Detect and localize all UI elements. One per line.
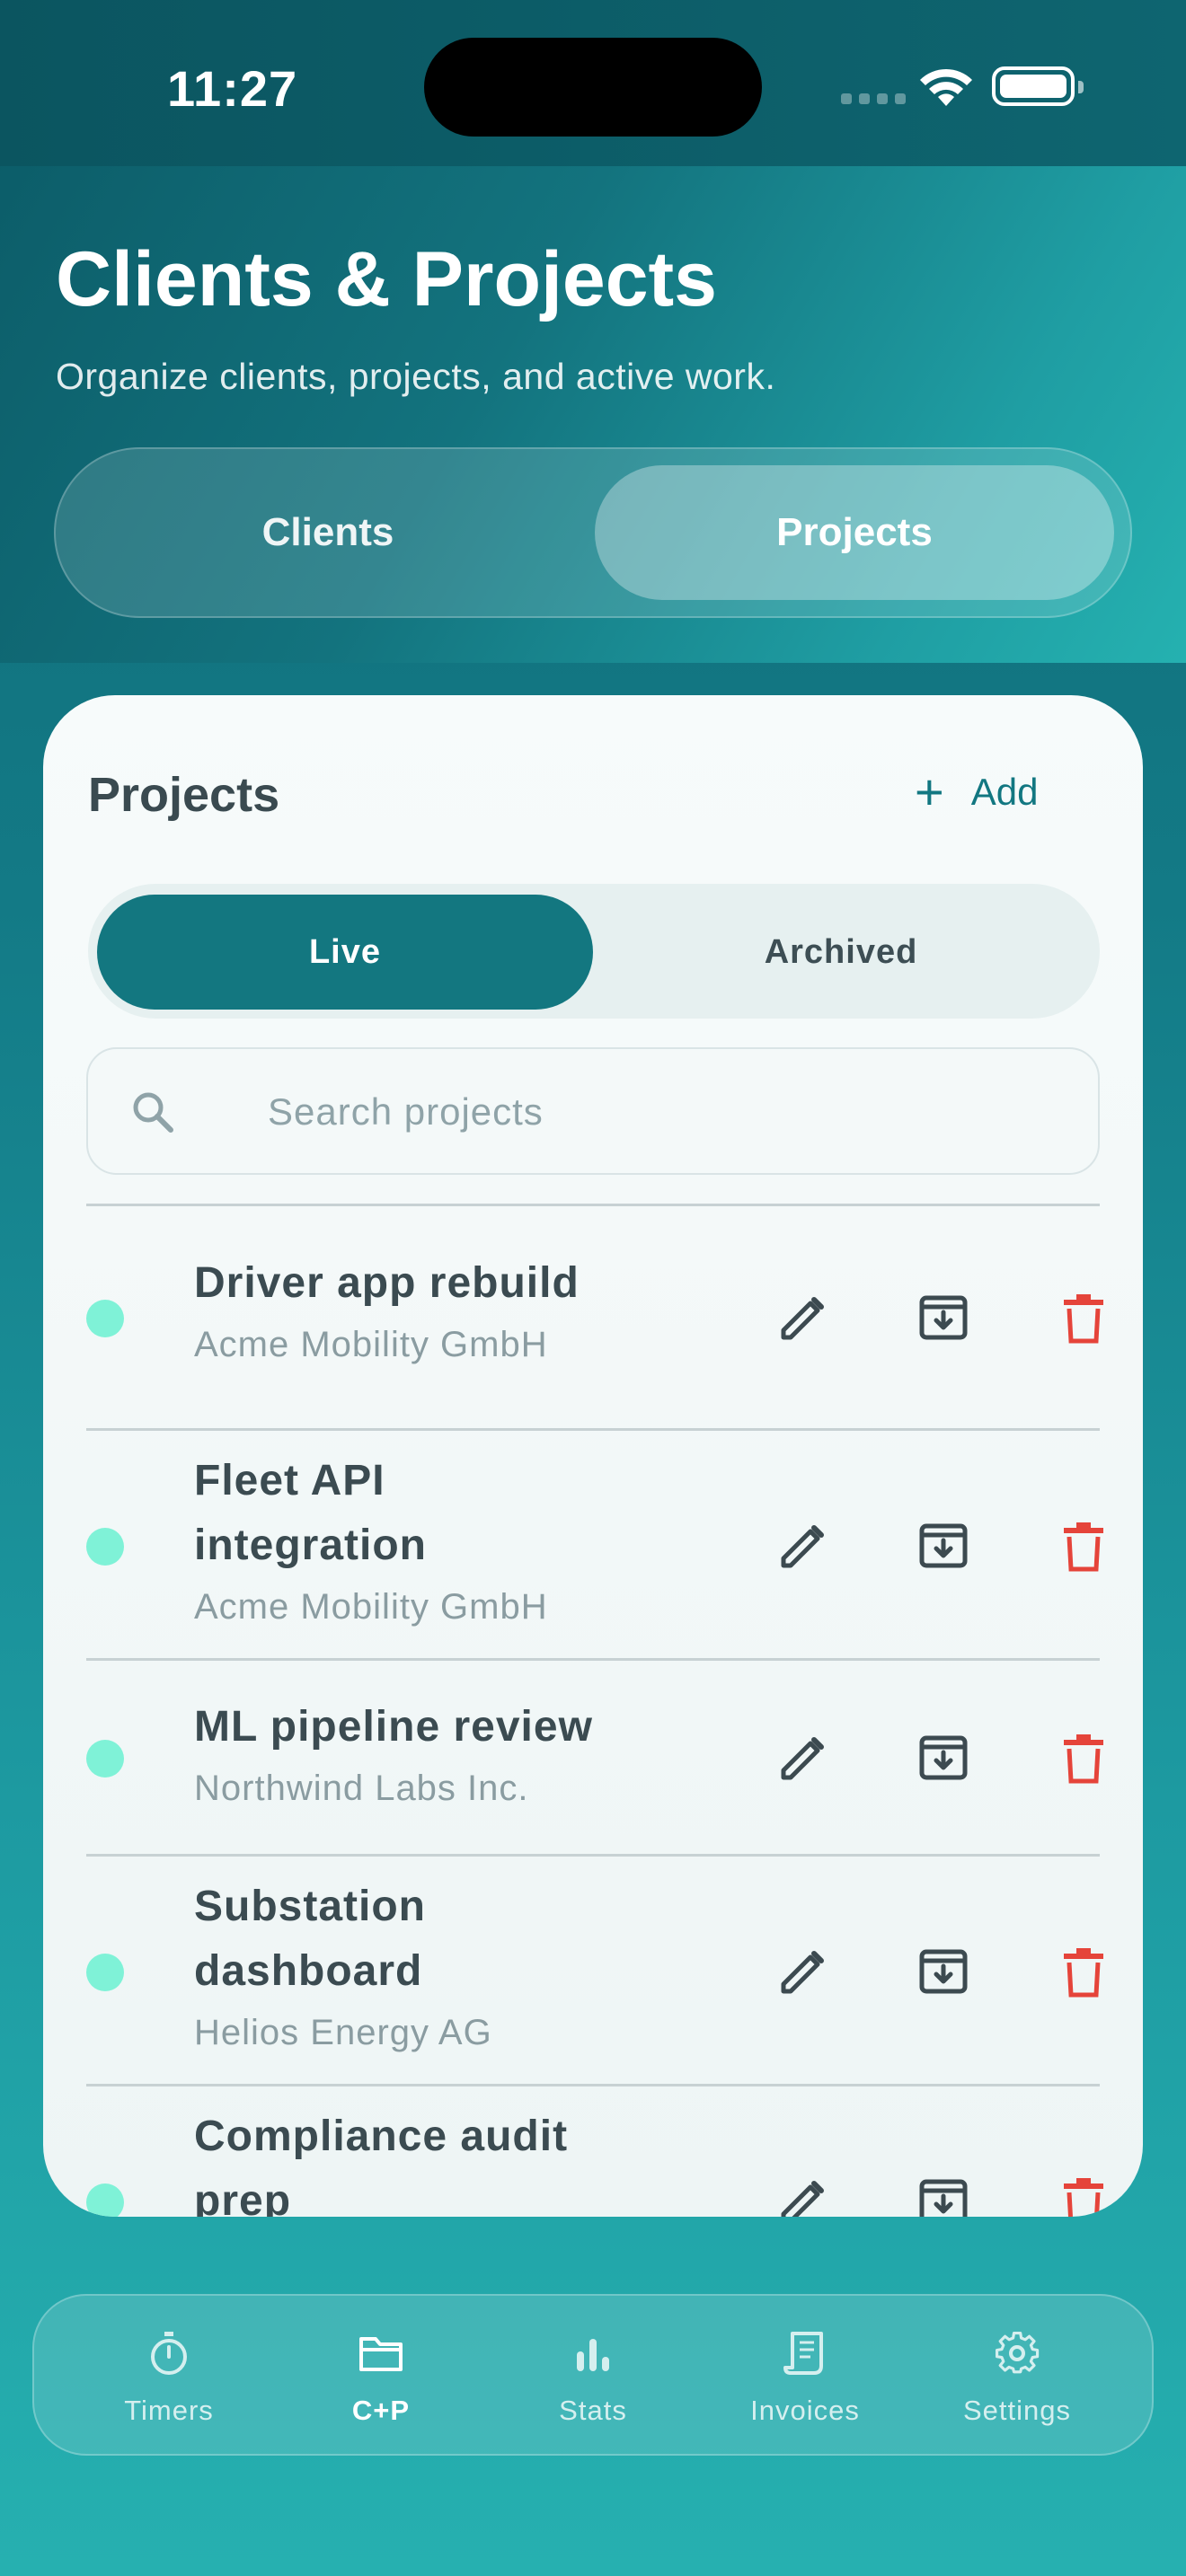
project-name: Fleet API integration <box>194 1457 427 1569</box>
status-dot <box>86 1300 124 1337</box>
add-label: Add <box>970 771 1039 813</box>
project-client: Acme Mobility GmbH <box>194 1325 548 1364</box>
trash-icon <box>1064 2178 1103 2217</box>
search-icon <box>133 1092 173 1133</box>
status-bar: 11:27 <box>0 0 1186 166</box>
tab-timers[interactable]: Timers <box>63 2330 275 2427</box>
project-client: Acme Mobility GmbH <box>194 1587 548 1627</box>
clients-projects-segmented-control: Clients Projects <box>54 447 1132 618</box>
wifi-icon <box>920 68 972 106</box>
projects-card: Projects + Add Live Archived Driver app … <box>43 695 1143 2217</box>
pencil-icon <box>781 1737 824 1780</box>
archive-icon <box>919 1949 968 1994</box>
page-subtitle: Organize clients, projects, and active w… <box>56 356 776 397</box>
pencil-icon <box>781 2181 824 2217</box>
tab-label: Stats <box>559 2395 627 2426</box>
archive-button[interactable] <box>907 1936 979 2007</box>
search-input[interactable] <box>268 1085 1058 1139</box>
status-time: 11:27 <box>167 60 298 117</box>
tab-label: Timers <box>124 2395 214 2426</box>
delete-button[interactable] <box>1048 1282 1120 1354</box>
delete-button[interactable] <box>1048 1510 1120 1582</box>
pencil-icon <box>781 1951 824 1994</box>
project-name: Substation dashboard <box>194 1883 426 1995</box>
folder-icon <box>359 2337 403 2371</box>
trash-icon <box>1064 1294 1103 1344</box>
segment-projects[interactable]: Projects <box>595 465 1114 600</box>
project-row[interactable]: Driver app rebuild Acme Mobility GmbH <box>86 1206 1103 1431</box>
status-dot <box>86 1528 124 1566</box>
trash-icon <box>1064 1948 1103 1998</box>
filter-live[interactable]: Live <box>97 895 593 1010</box>
delete-button[interactable] <box>1048 2166 1120 2217</box>
project-row[interactable]: Fleet API integration Acme Mobility GmbH <box>86 1431 1103 1661</box>
segment-clients[interactable]: Clients <box>68 465 588 600</box>
add-project-button[interactable]: + Add <box>915 763 1039 820</box>
trash-icon <box>1064 1522 1103 1572</box>
bar-chart-icon <box>577 2339 609 2371</box>
cellular-signal-icon <box>841 93 906 104</box>
pencil-icon <box>781 1297 824 1340</box>
trash-icon <box>1064 1734 1103 1784</box>
filter-archived[interactable]: Archived <box>593 895 1089 1010</box>
status-dot <box>86 1740 124 1778</box>
tab-label: C+P <box>351 2395 411 2426</box>
archive-icon <box>919 2179 968 2217</box>
gear-icon <box>996 2332 1040 2374</box>
archive-button[interactable] <box>907 1510 979 1582</box>
edit-button[interactable] <box>767 1936 839 2007</box>
edit-button[interactable] <box>767 1722 839 1794</box>
pencil-icon <box>781 1525 824 1568</box>
project-client: Helios Energy AG <box>194 2013 492 2052</box>
battery-icon <box>992 66 1084 106</box>
status-dot <box>86 2183 124 2217</box>
card-title: Projects <box>88 768 280 822</box>
bottom-tab-bar: Timers C+P Stats Invoices Settings <box>32 2294 1154 2456</box>
project-name: Driver app rebuild <box>194 1259 580 1307</box>
project-name: ML pipeline review <box>194 1703 593 1751</box>
invoice-icon <box>783 2332 823 2375</box>
archive-icon <box>919 1295 968 1340</box>
live-archived-filter: Live Archived <box>88 884 1100 1019</box>
edit-button[interactable] <box>767 1510 839 1582</box>
edit-button[interactable] <box>767 1282 839 1354</box>
plus-icon: + <box>915 763 944 820</box>
dynamic-island <box>424 38 762 137</box>
archive-button[interactable] <box>907 1282 979 1354</box>
tab-c-p[interactable]: C+P <box>275 2330 487 2427</box>
archive-icon <box>919 1735 968 1780</box>
edit-button[interactable] <box>767 2166 839 2217</box>
stopwatch-icon <box>151 2332 187 2375</box>
tab-invoices[interactable]: Invoices <box>699 2330 911 2427</box>
project-row[interactable]: Compliance audit prep <box>86 2086 1103 2217</box>
tab-label: Settings <box>962 2395 1071 2426</box>
project-row[interactable]: Substation dashboard Helios Energy AG <box>86 1857 1103 2086</box>
page-title: Clients & Projects <box>56 236 717 322</box>
project-name: Compliance audit prep <box>194 2113 569 2217</box>
tab-stats[interactable]: Stats <box>487 2330 699 2427</box>
tab-label: Invoices <box>750 2395 860 2426</box>
tab-settings[interactable]: Settings <box>911 2330 1123 2427</box>
archive-icon <box>919 1523 968 1568</box>
archive-button[interactable] <box>907 1722 979 1794</box>
project-list: Driver app rebuild Acme Mobility GmbH Fl… <box>86 1206 1103 2217</box>
status-dot <box>86 1954 124 1991</box>
archive-button[interactable] <box>907 2166 979 2217</box>
delete-button[interactable] <box>1048 1722 1120 1794</box>
project-client: Northwind Labs Inc. <box>194 1769 529 1808</box>
delete-button[interactable] <box>1048 1936 1120 2007</box>
project-row[interactable]: ML pipeline review Northwind Labs Inc. <box>86 1661 1103 1857</box>
search-box <box>86 1047 1100 1175</box>
